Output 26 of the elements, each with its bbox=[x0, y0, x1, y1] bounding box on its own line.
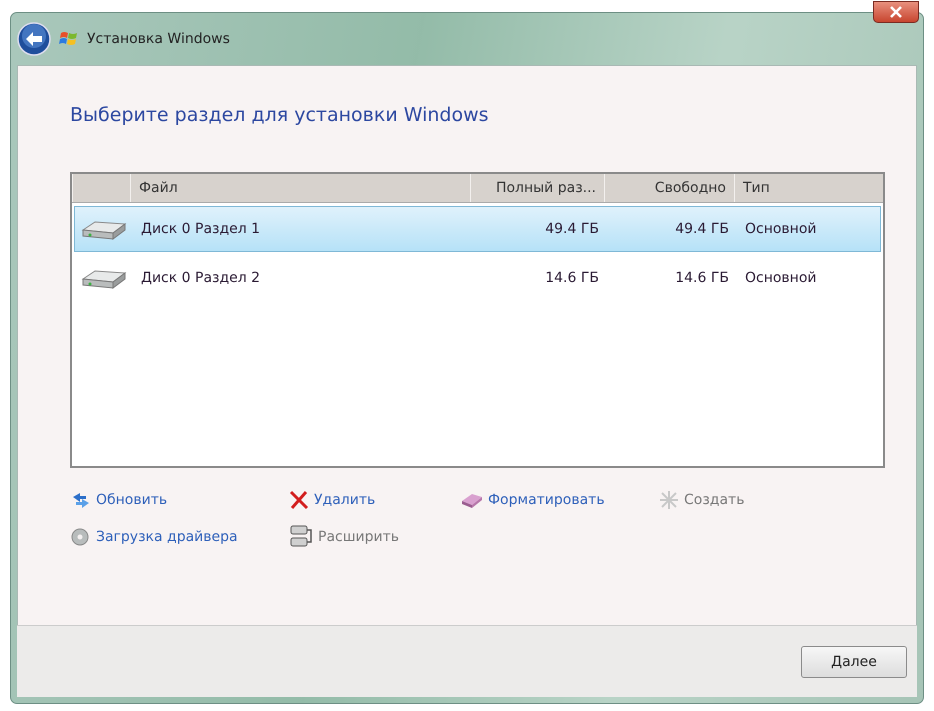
page-heading: Выберите раздел для установки Windows bbox=[70, 104, 490, 126]
partition-row[interactable]: Диск 0 Раздел 2 14.6 ГБ 14.6 ГБ Основной bbox=[74, 255, 881, 301]
close-icon bbox=[889, 6, 903, 18]
table-cell-text: Диск 0 Раздел 1 bbox=[140, 221, 262, 237]
table-cell-text: 14.6 ГБ bbox=[544, 270, 600, 286]
table-cell-text: Основной bbox=[744, 270, 818, 286]
column-header[interactable]: Полный раз... bbox=[470, 174, 604, 202]
partition-row[interactable]: Диск 0 Раздел 1 49.4 ГБ 49.4 ГБ Основной bbox=[74, 206, 881, 252]
table-cell-text: Диск 0 Раздел 2 bbox=[140, 270, 262, 286]
window-title: Установка Windows bbox=[87, 31, 230, 47]
column-header[interactable]: Тип bbox=[734, 174, 883, 202]
action-link[interactable]: Загрузка драйвера bbox=[70, 524, 238, 550]
action-link[interactable]: Форматировать bbox=[460, 490, 605, 510]
column-header[interactable]: Свободно bbox=[604, 174, 734, 202]
action-link[interactable]: Удалить bbox=[288, 490, 376, 510]
table-cell-text: 49.4 ГБ bbox=[544, 221, 600, 237]
table-cell-text: Основной bbox=[744, 221, 818, 237]
sparkle-icon bbox=[658, 490, 680, 510]
back-button[interactable] bbox=[17, 22, 51, 56]
close-button[interactable] bbox=[873, 1, 919, 23]
table-cell-text: 49.4 ГБ bbox=[674, 221, 730, 237]
action-link[interactable]: Обновить bbox=[70, 490, 168, 510]
delete-icon bbox=[288, 490, 310, 510]
next-button[interactable]: Далее bbox=[801, 646, 907, 678]
table-cell-text: 14.6 ГБ bbox=[674, 270, 730, 286]
column-header[interactable]: Файл bbox=[130, 174, 470, 202]
